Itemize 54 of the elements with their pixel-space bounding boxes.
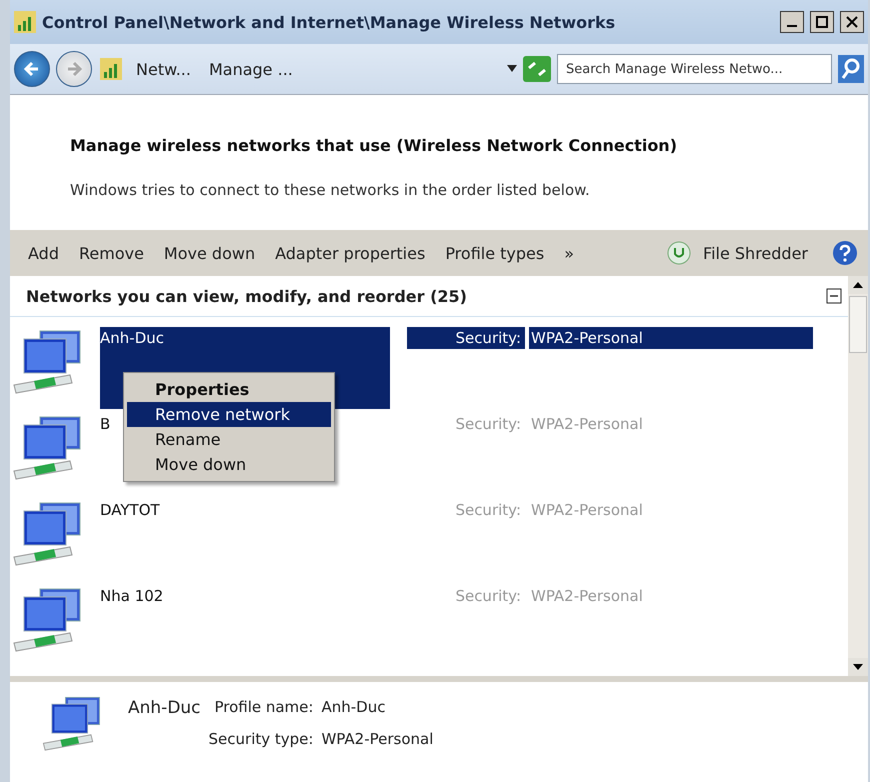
security-label: Security:: [407, 327, 525, 349]
network-name[interactable]: Nha 102: [100, 585, 390, 607]
menu-item[interactable]: Move down: [127, 452, 331, 477]
signal-icon: [98, 58, 124, 80]
security-label: Security:: [454, 414, 522, 435]
security-label: Security:: [454, 500, 522, 521]
security-value: WPA2-Personal: [530, 414, 644, 435]
minimize-icon: [787, 25, 797, 27]
maximize-button[interactable]: [810, 11, 834, 33]
security-label: Security:: [454, 586, 522, 607]
menu-item[interactable]: Properties: [127, 377, 331, 402]
up-arrow-icon: [853, 282, 863, 288]
menu-item[interactable]: Rename: [127, 427, 331, 452]
close-button[interactable]: [840, 11, 864, 33]
scroll-up-button[interactable]: [848, 276, 868, 294]
collapse-icon[interactable]: [826, 288, 842, 304]
overflow-button[interactable]: »: [556, 240, 582, 266]
scrollbar-thumb[interactable]: [849, 296, 867, 353]
breadcrumb[interactable]: Netw...: [130, 60, 197, 78]
security-value: WPA2-Personal: [530, 586, 644, 607]
back-button[interactable]: [14, 51, 50, 87]
details-name: Anh-Duc: [128, 698, 201, 718]
security-value: WPA2-Personal: [529, 327, 813, 349]
window-title: Control Panel\Network and Internet\Manage Wireless Networks: [42, 12, 616, 32]
shield-icon: [667, 241, 692, 265]
detail-value: Anh-Duc: [321, 698, 386, 718]
maximize-icon: [816, 16, 828, 28]
page-heading: Manage wireless networks that use (Wireless Network Connection): [70, 136, 678, 155]
toolbar-button[interactable]: Remove: [70, 240, 152, 266]
close-icon: [846, 16, 858, 28]
description: Windows tries to connect to these networks in the order listed below.: [70, 181, 591, 199]
detail-value: WPA2-Personal: [321, 730, 434, 748]
detail-label: Profile name:: [213, 698, 314, 718]
menu-item[interactable]: Remove network: [127, 402, 331, 427]
toolbar-button[interactable]: Adapter properties: [267, 240, 434, 266]
toolbar-button[interactable]: Add: [20, 240, 67, 266]
toolbar-button[interactable]: File Shredder: [695, 240, 816, 266]
refresh-icon[interactable]: [523, 56, 551, 82]
minimize-button[interactable]: [780, 11, 804, 33]
toolbar-button[interactable]: Move down: [156, 240, 264, 266]
forward-button[interactable]: [56, 51, 92, 87]
dropdown-icon[interactable]: [507, 65, 517, 73]
down-arrow-icon: [853, 664, 863, 670]
toolbar-button[interactable]: Profile types: [437, 240, 552, 266]
scroll-down-button[interactable]: [848, 658, 868, 676]
list-heading: Networks you can view, modify, and reorder (25): [26, 286, 467, 306]
detail-label: Security type:: [208, 730, 314, 748]
search-icon[interactable]: [838, 55, 864, 83]
signal-icon: [14, 11, 36, 33]
network-name[interactable]: DAYTOT: [100, 499, 390, 521]
search-field[interactable]: Search Manage Wireless Netwo...: [557, 54, 832, 84]
security-value: WPA2-Personal: [530, 500, 644, 521]
breadcrumb[interactable]: Manage ...: [202, 60, 299, 78]
help-icon[interactable]: [832, 240, 858, 266]
